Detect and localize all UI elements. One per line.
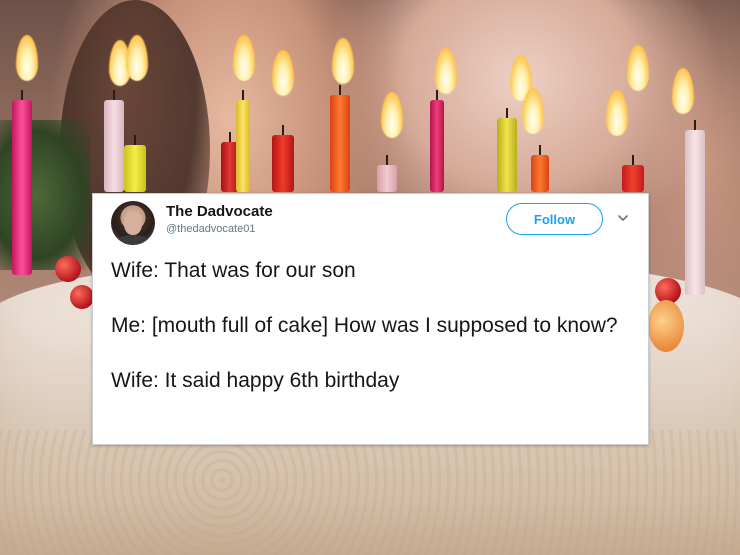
candle	[497, 108, 517, 192]
tweet-line: Wife: That was for our son	[111, 259, 356, 282]
follow-button[interactable]: Follow	[506, 203, 603, 235]
candle	[622, 155, 644, 192]
candle-flame	[381, 92, 403, 138]
tweet-line: Me: [mouth full of cake] How was I suppo…	[111, 314, 618, 337]
candle-flame	[272, 50, 294, 96]
candle	[430, 90, 444, 192]
raspberry	[55, 256, 81, 282]
candle	[104, 90, 124, 192]
chevron-down-icon[interactable]	[616, 211, 630, 225]
avatar-shirt	[115, 235, 151, 245]
tweet-line: Wife: It said happy 6th birthday	[111, 369, 400, 392]
candle	[12, 90, 32, 275]
candle-flame	[672, 68, 694, 114]
candle	[685, 120, 705, 295]
candle-flame	[16, 35, 38, 81]
candle-flame	[435, 48, 457, 94]
peach-slice	[648, 300, 684, 352]
candle-flame	[627, 45, 649, 91]
candle	[377, 155, 397, 192]
candle	[330, 85, 350, 192]
photo-cake-texture	[0, 430, 740, 555]
avatar[interactable]	[111, 201, 155, 245]
candle	[124, 135, 146, 192]
candle-flame	[522, 88, 544, 134]
candle	[236, 90, 250, 192]
candle	[272, 125, 294, 192]
raspberry	[70, 285, 94, 309]
avatar-face	[124, 211, 142, 235]
candle-flame	[233, 35, 255, 81]
candle-flame	[606, 90, 628, 136]
tweet-text: Wife: That was for our son Me: [mouth fu…	[111, 256, 641, 396]
author-name[interactable]: The Dadvocate	[166, 203, 273, 220]
candle-flame	[332, 38, 354, 84]
tweet-card: The Dadvocate @thedadvocate01 Follow Wif…	[92, 193, 649, 445]
candle	[531, 145, 549, 192]
author-handle[interactable]: @thedadvocate01	[166, 223, 255, 235]
